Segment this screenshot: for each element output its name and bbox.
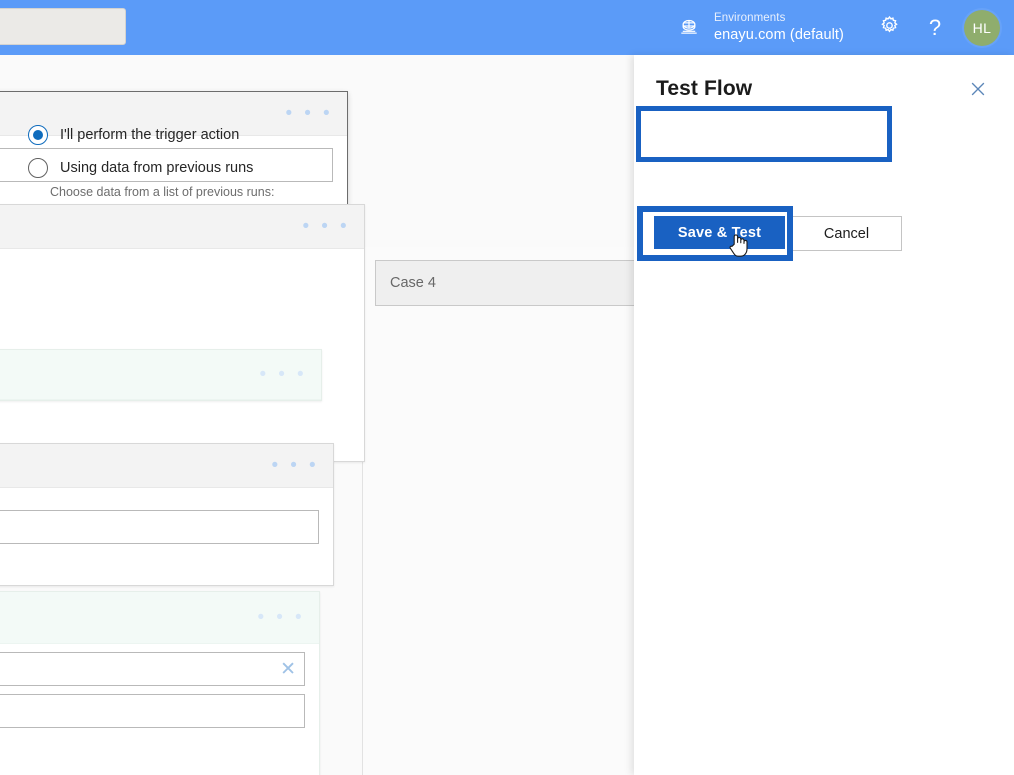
- flow-card-mint-b[interactable]: • • • ✕: [0, 591, 320, 775]
- help-button[interactable]: ?: [912, 0, 958, 55]
- more-options-icon[interactable]: • • •: [302, 217, 350, 236]
- flow-card-header: • • •: [0, 592, 319, 644]
- case-node-label: Case 4: [390, 275, 436, 291]
- environment-selector[interactable]: Environments enayu.com (default): [676, 11, 844, 44]
- flow-card-header: • • •: [0, 444, 333, 488]
- save-and-test-button[interactable]: Save & Test: [654, 216, 785, 249]
- environment-label: Environments: [713, 12, 786, 25]
- more-options-icon[interactable]: • • •: [285, 104, 333, 123]
- avatar[interactable]: HL: [964, 9, 1000, 46]
- case-branch-column: [362, 247, 634, 775]
- flow-card-input-with-clear[interactable]: ✕: [0, 652, 305, 686]
- radio-option-trigger-action[interactable]: I'll perform the trigger action: [20, 111, 269, 158]
- flow-card-body: [0, 488, 333, 556]
- more-options-icon[interactable]: • • •: [271, 456, 319, 475]
- radio-option-trigger-action-label: I'll perform the trigger action: [60, 126, 240, 143]
- cancel-button-label: Cancel: [823, 225, 870, 242]
- save-test-button-area: Save & Test: [637, 206, 793, 261]
- flow-card-body: ✕: [0, 644, 319, 736]
- topbar-right-group: Environments enayu.com (default) ? HL: [676, 0, 1014, 55]
- flow-card-third[interactable]: • • •: [0, 443, 334, 586]
- flow-card-mint-a[interactable]: • • •: [0, 349, 322, 401]
- environment-value: enayu.com (default): [713, 26, 844, 43]
- previous-runs-hint: Choose data from a list of previous runs…: [50, 185, 275, 199]
- flow-card-input[interactable]: [0, 694, 305, 728]
- flow-card-second[interactable]: • • •: [0, 204, 365, 462]
- settings-button[interactable]: [866, 0, 912, 55]
- more-options-icon[interactable]: • • •: [259, 365, 307, 384]
- top-command-bar: Environments enayu.com (default) ? HL: [0, 0, 1014, 55]
- test-flow-panel: Test Flow: [634, 55, 1014, 775]
- radio-option-previous-runs[interactable]: Using data from previous runs: [28, 158, 253, 178]
- question-mark-icon: ?: [928, 14, 942, 40]
- topbar-left-chip[interactable]: [0, 8, 126, 45]
- radio-icon-unselected[interactable]: [28, 158, 48, 178]
- environment-text: Environments enayu.com (default): [714, 11, 844, 44]
- flow-card-header: • • •: [0, 205, 364, 249]
- environment-icon: [676, 15, 702, 41]
- flow-card-input[interactable]: [0, 510, 319, 544]
- radio-icon-selected[interactable]: [28, 124, 48, 145]
- more-options-icon[interactable]: • • •: [257, 608, 305, 627]
- clear-icon[interactable]: ✕: [280, 660, 296, 679]
- app-root: Environments enayu.com (default) ? HL • …: [0, 0, 1014, 775]
- gear-icon: [879, 15, 900, 41]
- cancel-button[interactable]: Cancel: [791, 216, 902, 251]
- close-icon: [969, 80, 987, 103]
- flow-card-header: • • •: [0, 350, 321, 400]
- page-title: Test Flow: [656, 77, 753, 100]
- save-and-test-label: Save & Test: [677, 224, 762, 241]
- radio-option-previous-runs-label: Using data from previous runs: [60, 160, 254, 176]
- close-button[interactable]: [964, 77, 992, 105]
